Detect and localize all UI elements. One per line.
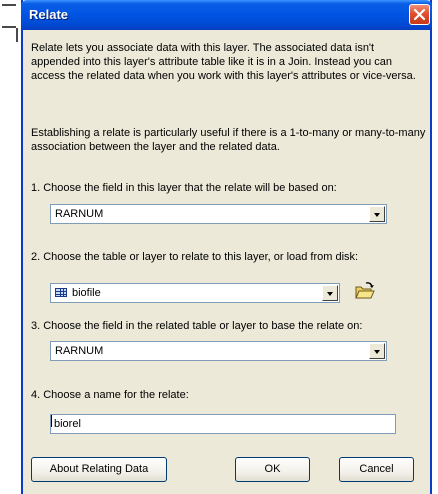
related-field-select[interactable]: RARNUM [50,341,387,361]
ok-button[interactable]: OK [235,457,310,482]
load-from-disk-button[interactable] [354,281,378,303]
background-window-fragment [0,0,20,60]
step1-label: 1. Choose the field in this layer that t… [31,182,337,194]
table-icon [55,288,67,297]
window-title: Relate [29,7,69,22]
step4-label: 4. Choose a name for the relate: [31,389,189,401]
title-bar[interactable]: Relate [21,0,432,30]
cancel-button[interactable]: Cancel [339,457,414,482]
step3-label: 3. Choose the field in the related table… [31,320,363,332]
close-icon [413,8,426,21]
relate-field-value: RARNUM [55,208,104,220]
intro-text: Relate lets you associate data with this… [31,42,416,82]
chevron-down-icon[interactable] [369,343,385,359]
intro-text-2: Establishing a relate is particularly us… [31,127,426,153]
step2-label: 2. Choose the table or layer to relate t… [31,251,359,263]
open-folder-icon [355,282,375,299]
relate-name-input[interactable]: biorel [50,414,396,434]
about-relating-data-button[interactable]: About Relating Data [31,457,167,482]
background-line [2,4,16,6]
relate-field-select[interactable]: RARNUM [50,204,387,224]
background-line [16,28,18,42]
relate-dialog: Relate Relate lets you associate data wi… [21,0,432,494]
chevron-down-icon[interactable] [322,285,338,301]
relate-name-value: biorel [54,418,81,430]
background-line [2,26,16,28]
close-button[interactable] [409,4,430,25]
related-table-value: biofile [72,287,101,299]
related-field-value: RARNUM [55,345,104,357]
related-table-select[interactable]: biofile [50,283,340,303]
chevron-down-icon[interactable] [369,206,385,222]
text-caret [51,415,52,427]
